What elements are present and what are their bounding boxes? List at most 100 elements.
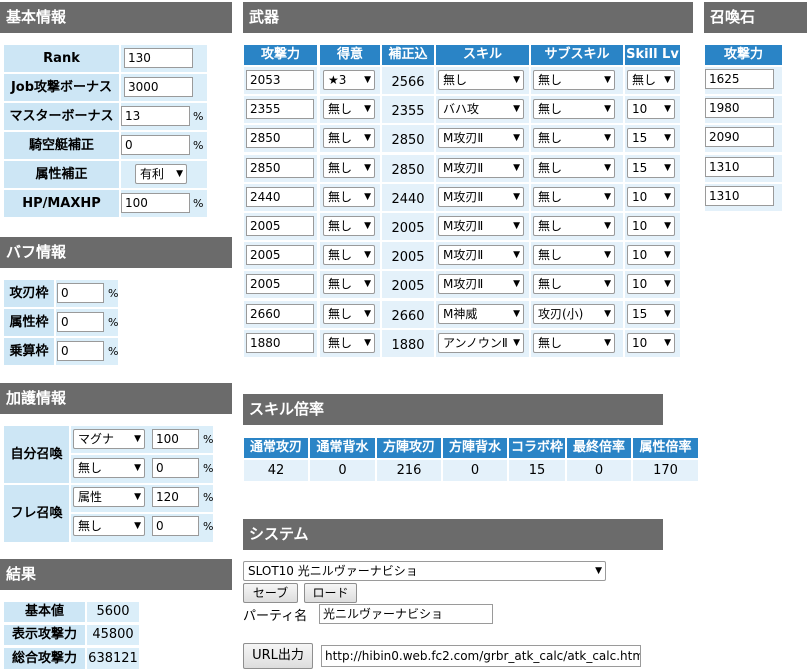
weapon-skill-select[interactable]: M攻刃Ⅱ ▼ [438, 274, 524, 294]
weapon-attack-input[interactable]: 2005 [246, 245, 314, 265]
weapon-attack-input[interactable]: 2053 [246, 70, 314, 90]
weapon-skill-select[interactable]: M攻刃Ⅱ ▼ [438, 216, 524, 236]
weapon-skill-select[interactable]: M攻刃Ⅱ ▼ [438, 128, 524, 148]
weapon-total-value: 2660 [382, 301, 434, 328]
summon-attack-input[interactable]: 1310 [705, 186, 774, 206]
weapon-skill-select-value: M攻刃Ⅱ [443, 219, 484, 233]
weapon-attack-input[interactable]: 2660 [246, 304, 314, 324]
weapon-skill-select[interactable]: M攻刃Ⅱ ▼ [438, 245, 524, 265]
weapon-favorite-select[interactable]: 無し ▼ [323, 333, 375, 353]
own-summon-value-input-2[interactable]: 0 [152, 458, 199, 478]
basic-info-header: 基本情報 [0, 2, 232, 33]
buff-input[interactable]: 0 [57, 283, 104, 303]
job-bonus-input[interactable]: 3000 [124, 77, 193, 97]
chevron-down-icon: ▼ [364, 133, 371, 143]
weapon-subskill-select[interactable]: 無し ▼ [533, 187, 615, 207]
weapon-skill-lv-select[interactable]: 10 ▼ [627, 99, 675, 119]
buff-row-label: 攻刃枠 [4, 280, 54, 307]
weapon-skill-select[interactable]: M攻刃Ⅱ ▼ [438, 158, 524, 178]
percent-sign: % [203, 520, 214, 533]
weapon-attack-input[interactable]: 2440 [246, 187, 314, 207]
hp-input[interactable]: 100 [121, 193, 190, 213]
weapon-attack-input[interactable]: 1880 [246, 333, 314, 353]
summon-attack-input[interactable]: 2090 [705, 127, 774, 147]
friend-summon-type-select-1[interactable]: 属性 ▼ [73, 487, 145, 507]
weapon-favorite-select[interactable]: ★3 ▼ [323, 70, 375, 90]
weapon-skill-lv-select[interactable]: 10 ▼ [627, 274, 675, 294]
weapon-favorite-select[interactable]: 無し ▼ [323, 245, 375, 265]
buff-row-label: 乗算枠 [4, 338, 54, 365]
buff-input[interactable]: 0 [57, 312, 104, 332]
chevron-down-icon: ▼ [604, 250, 611, 260]
slot-select[interactable]: SLOT10 光ニルヴァーナビショ ▼ [243, 561, 606, 581]
weapon-skill-lv-select[interactable]: 15 ▼ [627, 158, 675, 178]
attribute-label: 属性補正 [4, 161, 119, 188]
url-output-field[interactable]: http://hibin0.web.fc2.com/grbr_atk_calc/… [321, 645, 641, 667]
weapon-subskill-select[interactable]: 無し ▼ [533, 70, 615, 90]
friend-summon-type-select-2[interactable]: 無し ▼ [73, 516, 145, 536]
own-summon-type-select-1[interactable]: マグナ ▼ [73, 429, 145, 449]
chevron-down-icon: ▼ [664, 75, 671, 85]
weapon-skill-lv-select[interactable]: 10 ▼ [627, 245, 675, 265]
own-summon-type-select-2[interactable]: 無し ▼ [73, 458, 145, 478]
chevron-down-icon: ▼ [176, 169, 183, 179]
weapon-attack-input[interactable]: 2005 [246, 216, 314, 236]
own-summon-value-input-1[interactable]: 100 [152, 429, 199, 449]
weapon-attack-input[interactable]: 2005 [246, 274, 314, 294]
master-bonus-input[interactable]: 13 [121, 106, 190, 126]
weapon-subskill-select[interactable]: 無し ▼ [533, 274, 615, 294]
weapon-attack-input[interactable]: 2850 [246, 158, 314, 178]
weapon-skill-lv-select[interactable]: 15 ▼ [627, 304, 675, 324]
weapon-skill-select[interactable]: M神威 ▼ [438, 304, 524, 324]
weapon-favorite-select-value: 無し [328, 277, 353, 291]
rank-input[interactable]: 130 [124, 48, 193, 68]
skill-rate-col-header: コラボ枠 [509, 438, 565, 458]
chevron-down-icon: ▼ [513, 104, 520, 114]
weapon-skill-lv-select[interactable]: 10 ▼ [627, 216, 675, 236]
weapon-skill-lv-select[interactable]: 10 ▼ [627, 333, 675, 353]
weapon-skill-select[interactable]: M攻刃Ⅱ ▼ [438, 187, 524, 207]
weapon-subskill-select-value: 無し [538, 73, 563, 87]
weapon-skill-select[interactable]: バハ攻 ▼ [438, 99, 524, 119]
chevron-down-icon: ▼ [513, 133, 520, 143]
weapon-favorite-select[interactable]: 無し ▼ [323, 274, 375, 294]
weapon-skill-select[interactable]: 無し ▼ [438, 70, 524, 90]
weapon-favorite-select[interactable]: 無し ▼ [323, 128, 375, 148]
weapon-favorite-select[interactable]: 無し ▼ [323, 99, 375, 119]
skill-rate-value: 42 [244, 460, 308, 481]
summon-attack-input[interactable]: 1625 [705, 69, 774, 89]
weapon-subskill-select[interactable]: 無し ▼ [533, 245, 615, 265]
weapon-subskill-select[interactable]: 無し ▼ [533, 333, 615, 353]
summon-attack-input[interactable]: 1310 [705, 157, 774, 177]
weapon-subskill-select[interactable]: 無し ▼ [533, 216, 615, 236]
weapon-favorite-select[interactable]: 無し ▼ [323, 187, 375, 207]
url-output-button[interactable]: URL出力 [243, 643, 313, 669]
party-name-label: パーティ名 [243, 609, 308, 624]
party-name-input[interactable]: 光ニルヴァーナビショ [319, 604, 493, 624]
weapon-favorite-select[interactable]: 無し ▼ [323, 216, 375, 236]
weapon-attack-input[interactable]: 2355 [246, 99, 314, 119]
weapon-skill-select[interactable]: アンノウンⅡ ▼ [438, 333, 524, 353]
load-button[interactable]: ロード [304, 583, 357, 603]
skill-rate-value: 216 [377, 460, 441, 481]
weapon-subskill-select[interactable]: 無し ▼ [533, 128, 615, 148]
weapon-attack-input[interactable]: 2850 [246, 128, 314, 148]
airship-input[interactable]: 0 [121, 135, 190, 155]
weapon-favorite-select[interactable]: 無し ▼ [323, 304, 375, 324]
weapon-subskill-select[interactable]: 無し ▼ [533, 158, 615, 178]
friend-summon-value-input-2[interactable]: 0 [152, 516, 199, 536]
weapon-skill-lv-select[interactable]: 無し ▼ [627, 70, 675, 90]
weapon-skill-lv-select[interactable]: 10 ▼ [627, 187, 675, 207]
attribute-select[interactable]: 有利 ▼ [135, 164, 187, 184]
weapon-total-value: 2355 [382, 96, 434, 123]
weapon-subskill-select[interactable]: 攻刃(小) ▼ [533, 304, 615, 324]
skill-rate-col-header: 最終倍率 [567, 438, 631, 458]
weapon-skill-lv-select[interactable]: 15 ▼ [627, 128, 675, 148]
base-value: 5600 [87, 602, 139, 622]
friend-summon-value-input-1[interactable]: 120 [152, 487, 199, 507]
buff-input[interactable]: 0 [57, 341, 104, 361]
save-button[interactable]: セーブ [243, 583, 298, 603]
weapon-subskill-select[interactable]: 無し ▼ [533, 99, 615, 119]
summon-attack-input[interactable]: 1980 [705, 98, 774, 118]
weapon-favorite-select[interactable]: 無し ▼ [323, 158, 375, 178]
